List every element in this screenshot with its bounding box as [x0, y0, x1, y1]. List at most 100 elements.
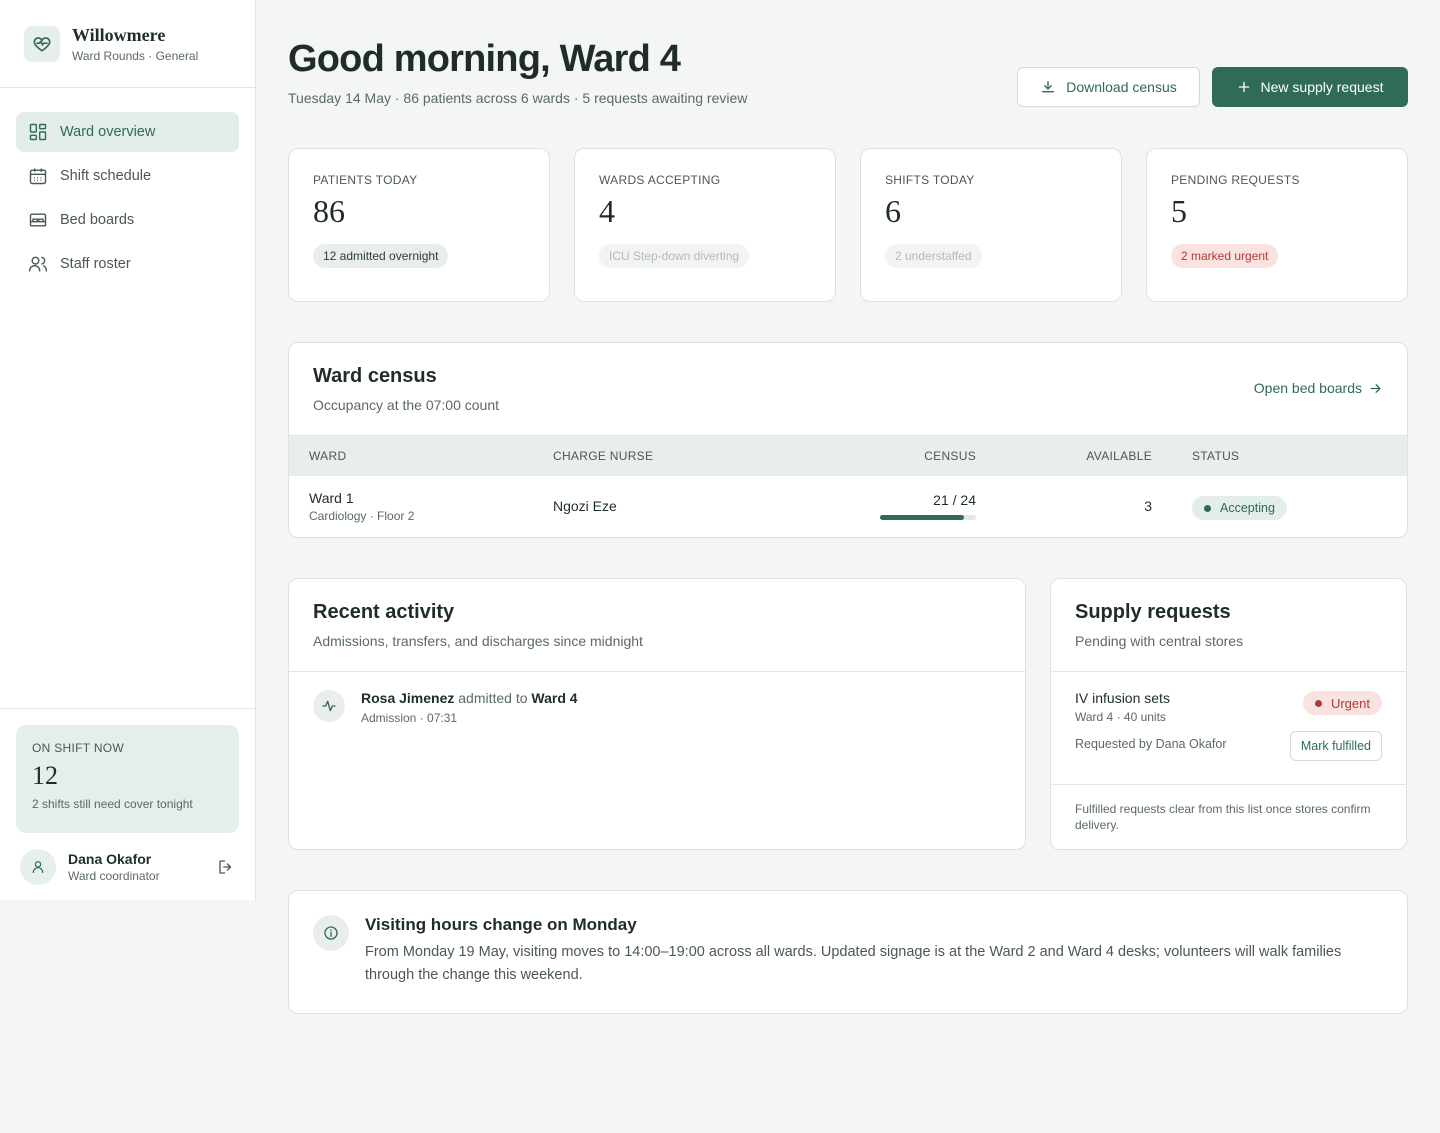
activity-action: admitted to	[458, 690, 528, 706]
sidebar: Willowmere Ward Rounds · General Ward ov…	[0, 0, 256, 900]
stat-card-pending-requests: PENDING REQUESTS 5 2 marked urgent	[1146, 148, 1408, 302]
on-shift-note: 2 shifts still need cover tonight	[32, 797, 193, 811]
recent-activity-panel: Recent activity Admissions, transfers, a…	[288, 578, 1026, 850]
sidebar-item-staff-roster[interactable]: Staff roster	[16, 244, 239, 284]
recent-activity-title: Recent activity	[313, 601, 455, 623]
download-icon	[1042, 81, 1055, 93]
open-bed-boards-link[interactable]: Open bed boards	[1254, 380, 1383, 396]
page-subtitle: Tuesday 14 May · 86 patients across 6 wa…	[288, 90, 748, 106]
occupancy-bar-fill	[880, 515, 964, 520]
status-label: Accepting	[1220, 501, 1275, 515]
stat-value: 4	[599, 193, 615, 229]
list-item[interactable]: Rosa Jimenez admitted to Ward 4 Admissio…	[289, 672, 1025, 743]
ward-census-header: Ward census Occupancy at the 07:00 count…	[289, 343, 1407, 436]
charge-nurse: Ngozi Eze	[553, 498, 617, 514]
activity-text: Rosa Jimenez admitted to Ward 4	[361, 690, 578, 706]
sidebar-item-label: Bed boards	[60, 212, 135, 228]
supply-requests-subtitle: Pending with central stores	[1075, 633, 1244, 649]
stat-label: PATIENTS TODAY	[313, 173, 418, 187]
stat-value: 6	[885, 193, 901, 229]
stat-label: PENDING REQUESTS	[1171, 173, 1300, 187]
status-pill: Accepting	[1192, 496, 1287, 520]
notice-title: Visiting hours change on Monday	[365, 915, 637, 934]
info-icon	[313, 915, 349, 951]
new-supply-request-label: New supply request	[1260, 79, 1384, 95]
column-status: STATUS	[1192, 449, 1240, 463]
status-badge: 2 understaffed	[885, 244, 982, 268]
urgent-label: Urgent	[1330, 695, 1370, 711]
recent-activity-subtitle: Admissions, transfers, and discharges si…	[313, 633, 643, 649]
open-bed-boards-label: Open bed boards	[1253, 380, 1362, 396]
status-badge: Accepting	[1192, 496, 1287, 520]
sidebar-footer: ON SHIFT NOW 12 2 shifts still need cove…	[0, 708, 255, 900]
brand-name: Willowmere	[72, 24, 166, 45]
activity-ward: Ward 4	[531, 690, 578, 706]
column-ward: WARD	[309, 449, 347, 463]
notice-body: From Monday 19 May, visiting moves to 14…	[365, 944, 1342, 983]
sidebar-nav: Ward overview Shift schedule Bed boards …	[0, 88, 255, 312]
table-header: WARD CHARGE NURSE CENSUS AVAILABLE STATU…	[289, 436, 1407, 476]
supply-requests-panel: Supply requests Pending with central sto…	[1050, 578, 1407, 850]
column-census: CENSUS	[924, 449, 976, 463]
user-profile: Dana Okafor Ward coordinator	[16, 849, 239, 885]
avatar[interactable]	[20, 849, 56, 885]
status-dot	[1204, 504, 1211, 512]
ward-cell: Ward 1 Cardiology · Floor 2	[309, 490, 414, 523]
available-beds: 3	[1144, 498, 1152, 514]
stat-cards: PATIENTS TODAY 86 12 admitted overnight …	[288, 148, 1408, 302]
on-shift-count: 12	[32, 761, 58, 790]
user-role: Ward coordinator	[68, 869, 160, 883]
sidebar-item-label: Ward overview	[60, 124, 156, 140]
activity-meta: Admission · 07:31	[361, 711, 458, 725]
ward-meta: Cardiology · Floor 2	[309, 509, 415, 523]
sidebar-item-ward-overview[interactable]: Ward overview	[16, 112, 239, 152]
mark-fulfilled-button[interactable]: Mark fulfilled	[1289, 731, 1382, 761]
sidebar-item-bed-boards[interactable]: Bed boards	[16, 200, 239, 240]
supply-request-item: IV infusion sets Ward 4 · 40 units Urgen…	[1051, 672, 1406, 785]
calendar-icon	[29, 168, 47, 185]
column-charge-nurse: CHARGE NURSE	[553, 449, 654, 463]
main-content: Good morning, Ward 4 Tuesday 14 May · 86…	[288, 0, 1408, 1014]
table-row[interactable]: Ward 1 Cardiology · Floor 2 Ngozi Eze 21…	[289, 476, 1407, 537]
plus-icon	[1238, 81, 1249, 93]
supply-requests-header: Supply requests Pending with central sto…	[1051, 579, 1406, 672]
stat-card-wards-accepting: WARDS ACCEPTING 4 ICU Step-down divertin…	[574, 148, 836, 302]
brand-subtitle: Ward Rounds · General	[72, 48, 199, 63]
logout-icon	[219, 860, 232, 874]
grid-icon	[29, 123, 47, 141]
sidebar-item-shift-schedule[interactable]: Shift schedule	[16, 156, 239, 196]
download-census-label: Download census	[1066, 79, 1177, 95]
sidebar-item-label: Staff roster	[60, 256, 131, 272]
stat-card-patients: PATIENTS TODAY 86 12 admitted overnight	[288, 148, 550, 302]
logout-button[interactable]	[217, 858, 235, 876]
supply-requests-title: Supply requests	[1075, 601, 1231, 623]
activity-patient: Rosa Jimenez	[361, 690, 455, 706]
census-cell: 21 / 24	[880, 492, 976, 520]
stat-label: SHIFTS TODAY	[885, 173, 975, 187]
ward-census-subtitle: Occupancy at the 07:00 count	[313, 397, 500, 413]
status-badge: 12 admitted overnight	[313, 244, 449, 268]
sidebar-item-label: Shift schedule	[60, 168, 152, 184]
column-available: AVAILABLE	[1086, 449, 1152, 463]
on-shift-card: ON SHIFT NOW 12 2 shifts still need cove…	[16, 725, 239, 833]
user-name: Dana Okafor	[68, 851, 152, 867]
page-header: Good morning, Ward 4 Tuesday 14 May · 86…	[288, 0, 1408, 148]
download-census-button[interactable]: Download census	[1017, 67, 1200, 107]
arrow-right-icon	[1370, 383, 1381, 393]
status-badge: 2 marked urgent	[1171, 244, 1279, 268]
census-count: 21 / 24	[933, 492, 976, 508]
page-title: Good morning, Ward 4	[288, 38, 681, 80]
people-icon	[28, 256, 48, 272]
ward-census-title: Ward census	[313, 365, 437, 387]
recent-activity-header: Recent activity Admissions, transfers, a…	[289, 579, 1025, 672]
on-shift-label: ON SHIFT NOW	[32, 741, 125, 755]
brand: Willowmere Ward Rounds · General	[0, 0, 255, 88]
notice-banner: Visiting hours change on Monday From Mon…	[288, 890, 1408, 1014]
stat-card-shifts: SHIFTS TODAY 6 2 understaffed	[860, 148, 1122, 302]
new-supply-request-button[interactable]: New supply request	[1212, 67, 1408, 107]
stat-label: WARDS ACCEPTING	[599, 173, 721, 187]
heart-pulse-icon	[24, 25, 60, 62]
activity-pulse-icon	[313, 690, 345, 722]
status-badge: ICU Step-down diverting	[599, 244, 750, 268]
bed-icon	[29, 213, 47, 227]
